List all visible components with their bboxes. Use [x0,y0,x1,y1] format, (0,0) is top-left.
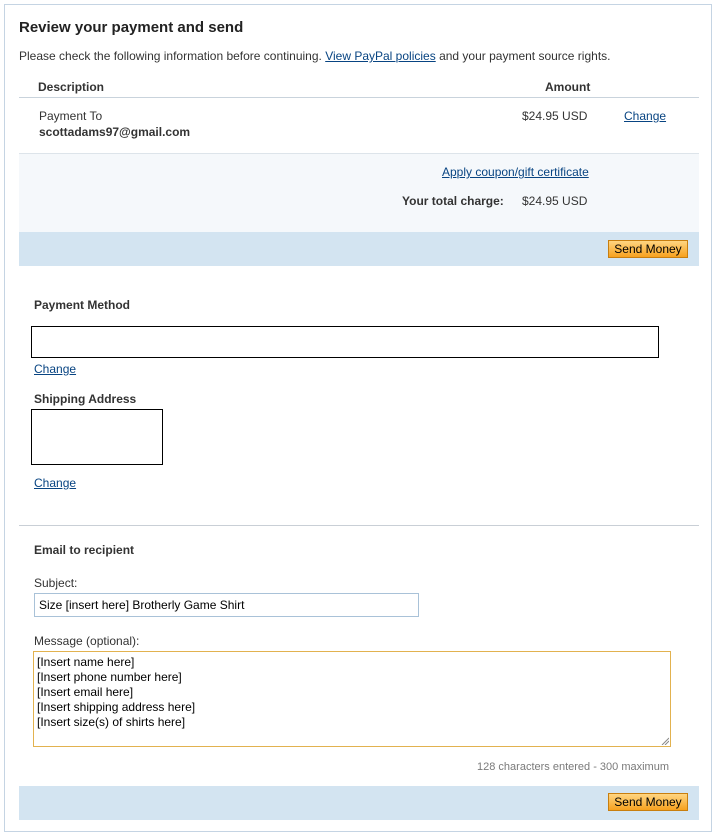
amount-column-header: Amount [545,80,591,94]
change-payment-method-link[interactable]: Change [34,362,76,376]
subject-label: Subject: [34,576,78,590]
total-charge-value: $24.95 USD [522,194,588,208]
payment-to-label: Payment To [39,109,103,123]
send-money-button-bottom[interactable]: Send Money [608,793,688,811]
description-column-header: Description [38,80,105,94]
resize-grip-icon[interactable] [661,737,669,745]
shipping-address-heading: Shipping Address [34,392,137,406]
recipient-email: scottadams97@gmail.com [39,125,191,139]
shipping-address-box [31,409,163,465]
payment-method-heading: Payment Method [34,298,131,312]
view-policies-link[interactable]: View PayPal policies [325,49,436,63]
page-title: Review your payment and send [19,19,244,36]
payment-method-box [31,326,659,358]
total-charge-label: Your total charge: [402,194,504,208]
subject-input[interactable] [34,593,419,617]
intro-text: Please check the following information b… [19,49,322,63]
intro-suffix: and your payment source rights. [439,49,611,63]
message-label: Message (optional): [34,634,140,648]
character-counter: 128 characters entered - 300 maximum [477,761,669,773]
apply-coupon-link[interactable]: Apply coupon/gift certificate [442,165,589,179]
payment-amount: $24.95 USD [522,109,588,123]
summary-panel [19,154,699,232]
change-payment-link[interactable]: Change [624,109,666,123]
intro-text-row: Please check the following information b… [19,49,610,63]
section-divider [19,525,699,526]
top-action-bar [19,232,699,266]
table-header-divider [19,97,699,98]
send-money-button-top[interactable]: Send Money [608,240,688,258]
change-shipping-address-link[interactable]: Change [34,476,76,490]
message-textarea[interactable]: [Insert name here] [Insert phone number … [33,651,671,747]
email-recipient-heading: Email to recipient [34,543,135,557]
bottom-action-bar [19,786,699,820]
